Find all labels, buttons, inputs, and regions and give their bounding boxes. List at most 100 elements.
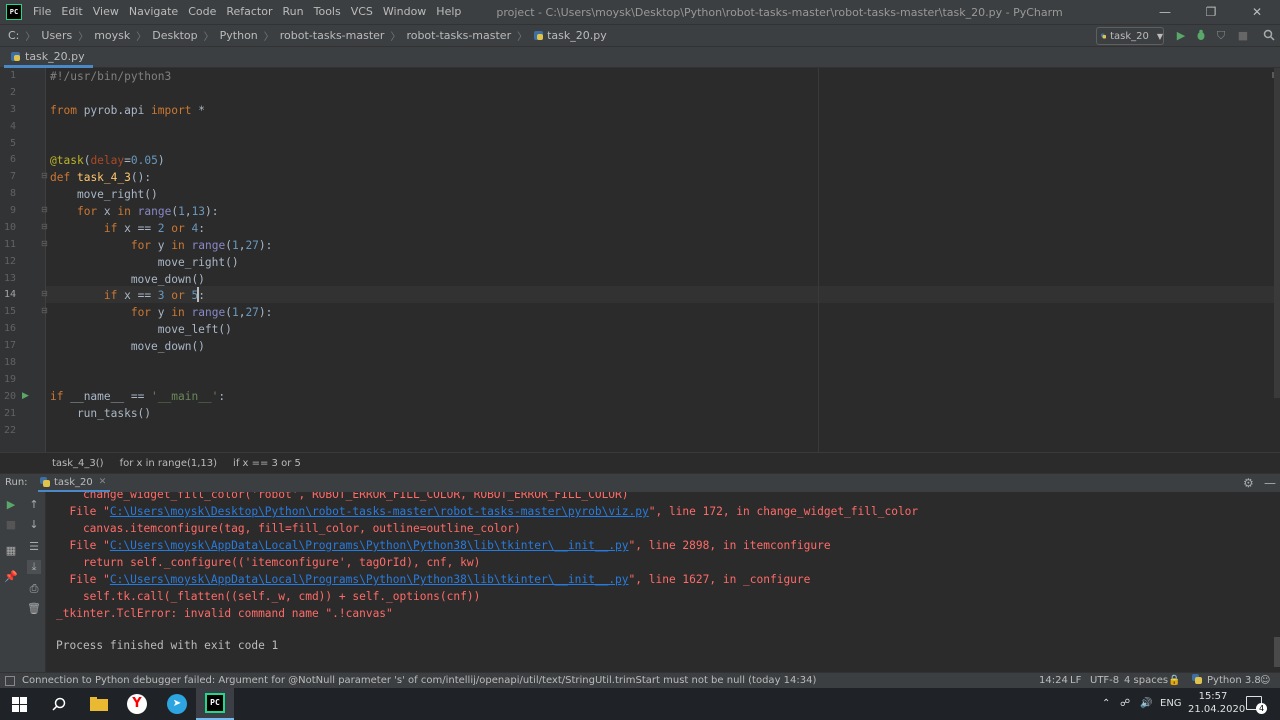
python-config-icon xyxy=(40,477,50,487)
trash-icon[interactable]: 🗑 xyxy=(27,602,41,616)
editor-scrollbar[interactable] xyxy=(1274,68,1280,398)
debug-icon[interactable] xyxy=(1194,29,1208,43)
close-icon[interactable]: ✕ xyxy=(99,477,107,487)
run-toolbar: ▶ ↑ ■ ↓ ☰ ▦ ⤓ 📌 ⎙ 🗑 xyxy=(0,492,46,672)
status-message[interactable]: Connection to Python debugger failed: Ar… xyxy=(22,674,1032,688)
print-icon[interactable]: ⎙ xyxy=(27,582,41,596)
pycharm-taskbar-icon[interactable]: PC xyxy=(196,688,234,720)
menu-tools[interactable]: Tools xyxy=(309,0,346,24)
menu-navigate[interactable]: Navigate xyxy=(124,0,183,24)
line-number: 8 xyxy=(9,188,16,199)
scroll-to-end-icon[interactable]: ⤓ xyxy=(27,560,41,574)
yandex-browser-icon[interactable]: Y xyxy=(118,688,156,720)
code-line: move_down() xyxy=(50,340,205,353)
code-line: run_tasks() xyxy=(50,407,152,420)
structure-crumb-function[interactable]: task_4_3() xyxy=(52,458,120,469)
fold-icon[interactable]: ⊟ xyxy=(41,306,48,315)
line-number: 14 xyxy=(3,289,16,300)
hide-panel-icon[interactable]: — xyxy=(1264,476,1276,490)
layout-icon[interactable]: ▦ xyxy=(4,544,18,558)
window-title: project - C:\Users\moysk\Desktop\Python\… xyxy=(496,5,1063,19)
coverage-icon[interactable]: ⛉ xyxy=(1214,29,1228,43)
menu-run[interactable]: Run xyxy=(278,0,309,24)
run-tab-task-20[interactable]: task_20 ✕ xyxy=(38,474,111,493)
breadcrumb-drive[interactable]: C: xyxy=(0,29,23,42)
menu-edit[interactable]: Edit xyxy=(56,0,87,24)
breadcrumb-python[interactable]: Python xyxy=(216,29,262,42)
structure-crumb-if[interactable]: if x == 3 or 5 xyxy=(233,458,317,469)
clock-date: 21.04.2020 xyxy=(1188,704,1246,715)
fold-icon[interactable]: ⊟ xyxy=(41,222,48,231)
breadcrumb-moysk[interactable]: moysk xyxy=(90,29,134,42)
fold-icon[interactable]: ⊟ xyxy=(41,205,48,214)
menu-help[interactable]: Help xyxy=(431,0,466,24)
maximize-button[interactable]: ❐ xyxy=(1188,0,1234,24)
python-interpreter-icon xyxy=(1192,674,1202,689)
code-line: if x == 2 or 4: xyxy=(103,222,206,235)
network-icon[interactable]: ☍ xyxy=(1120,688,1130,720)
search-icon[interactable] xyxy=(40,688,78,720)
pin-icon[interactable]: 📌 xyxy=(4,570,18,584)
status-indent[interactable]: 4 spaces xyxy=(1124,674,1168,688)
code-line: move_right() xyxy=(50,256,239,269)
lock-icon[interactable]: 🔒 xyxy=(1168,674,1180,688)
telegram-icon[interactable]: ➤ xyxy=(158,688,196,720)
stop-icon[interactable]: ■ xyxy=(4,518,18,532)
breadcrumb-robot-tasks-master[interactable]: robot-tasks-master xyxy=(276,29,389,42)
run-console-output[interactable]: change_widget_fill_color('robot', ROBOT_… xyxy=(46,492,1280,672)
minimize-button[interactable]: — xyxy=(1142,0,1188,24)
search-everywhere-icon[interactable] xyxy=(1262,29,1276,43)
menu-file[interactable]: File xyxy=(28,0,56,24)
line-number-gutter[interactable]: 1 2 3 4 5 6 7 8 9 10 11 12 13 14 15 16 1… xyxy=(0,68,48,452)
volume-icon[interactable]: 🔊 xyxy=(1140,688,1152,720)
console-line: canvas.itemconfigure(tag, fill=fill_colo… xyxy=(56,522,521,535)
windows-start-icon[interactable] xyxy=(0,688,38,720)
chevron-up-icon[interactable]: ⌃ xyxy=(1102,688,1110,720)
status-interpreter[interactable]: Python 3.8 xyxy=(1207,674,1261,688)
soft-wrap-icon[interactable]: ☰ xyxy=(27,540,41,554)
breadcrumb-users[interactable]: Users xyxy=(37,29,76,42)
line-number: 19 xyxy=(3,374,16,385)
status-encoding[interactable]: UTF-8 xyxy=(1090,674,1119,688)
console-file-link[interactable]: C:\Users\moysk\AppData\Local\Programs\Py… xyxy=(110,539,629,552)
notification-icon[interactable]: 4 xyxy=(1246,696,1267,714)
structure-crumb-for[interactable]: for x in range(1,13) xyxy=(120,458,233,469)
arrow-up-icon[interactable]: ↑ xyxy=(27,498,41,512)
menu-window[interactable]: Window xyxy=(378,0,431,24)
fold-icon[interactable]: ⊟ xyxy=(41,239,48,248)
menu-refactor[interactable]: Refactor xyxy=(221,0,277,24)
stop-icon[interactable]: ■ xyxy=(1236,29,1250,43)
clock-time: 15:57 xyxy=(1198,691,1228,702)
arrow-down-icon[interactable]: ↓ xyxy=(27,518,41,532)
file-explorer-icon[interactable] xyxy=(80,688,118,720)
status-line-separator[interactable]: LF xyxy=(1070,674,1081,688)
run-gutter-icon[interactable]: ▶ xyxy=(22,391,29,401)
clock[interactable]: 15:57 21.04.2020 xyxy=(1188,690,1246,716)
rerun-icon[interactable]: ▶ xyxy=(4,498,18,512)
console-file-link[interactable]: C:\Users\moysk\Desktop\Python\robot-task… xyxy=(110,505,649,518)
menu-view[interactable]: View xyxy=(88,0,124,24)
fold-icon[interactable]: ⊟ xyxy=(41,171,48,180)
code-editor[interactable]: 1 2 3 4 5 6 7 8 9 10 11 12 13 14 15 16 1… xyxy=(0,68,1280,452)
run-icon[interactable]: ▶ xyxy=(1174,29,1188,43)
fold-icon[interactable]: ⊟ xyxy=(41,289,48,298)
console-line: File "C:\Users\moysk\AppData\Local\Progr… xyxy=(56,539,831,552)
breadcrumb-separator: 〉 xyxy=(203,32,214,43)
tab-task-20[interactable]: task_20.py xyxy=(4,47,93,68)
breadcrumb-desktop[interactable]: Desktop xyxy=(148,29,201,42)
status-caret-position[interactable]: 14:24 xyxy=(1039,674,1068,688)
breadcrumb-file[interactable]: task_20.py xyxy=(529,29,611,42)
console-file-link[interactable]: C:\Users\moysk\AppData\Local\Programs\Py… xyxy=(110,573,629,586)
run-configuration-dropdown[interactable]: task_20 ▼ xyxy=(1096,27,1164,45)
close-button[interactable]: ✕ xyxy=(1234,0,1280,24)
menu-vcs[interactable]: VCS xyxy=(346,0,378,24)
breadcrumb-robot-tasks-master-inner[interactable]: robot-tasks-master xyxy=(402,29,515,42)
text-caret xyxy=(197,287,199,302)
language-indicator[interactable]: ENG xyxy=(1160,688,1182,720)
chevron-down-icon: ▼ xyxy=(1156,31,1163,41)
tool-window-toggle-icon[interactable] xyxy=(5,676,15,686)
menu-code[interactable]: Code xyxy=(183,0,221,24)
gear-icon[interactable]: ⚙ xyxy=(1243,476,1254,490)
inspector-icon[interactable]: ☺ xyxy=(1260,674,1270,688)
console-scrollbar[interactable] xyxy=(1274,637,1280,667)
